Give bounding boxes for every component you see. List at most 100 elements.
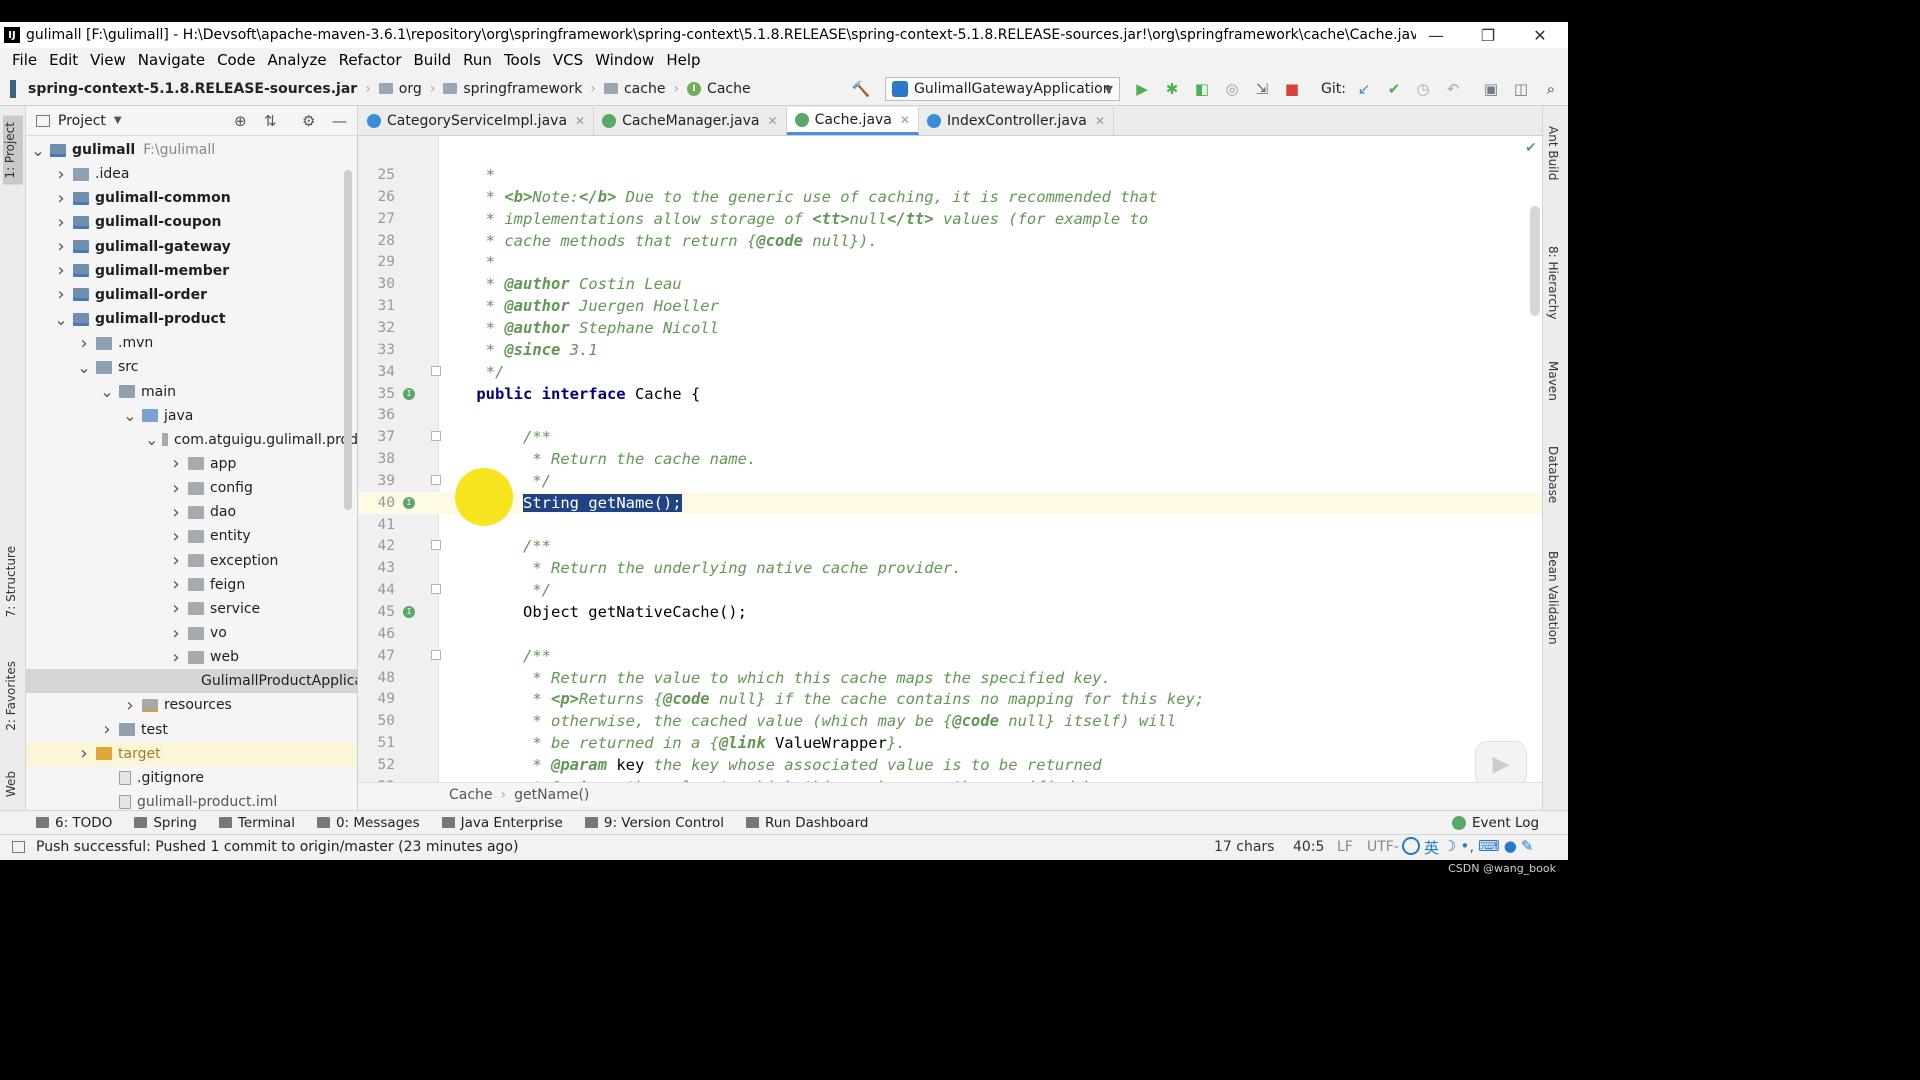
tool-window-button[interactable]: 9: Version Control [584,815,724,831]
menu-window[interactable]: Window [589,51,660,69]
code-line[interactable]: 44 */ [359,579,1542,601]
chevron-right-icon[interactable]: › [53,212,69,233]
ime-language-toggle[interactable]: 英 [1424,837,1439,858]
line-number[interactable]: 44 [359,582,395,598]
line-number[interactable]: 34 [359,364,395,380]
project-tree-scrollbar[interactable] [344,170,352,510]
editor-tab[interactable]: CacheManager.java ✕ [594,107,787,135]
line-number[interactable]: 35 [359,386,395,402]
tree-item[interactable]: › config [26,476,357,500]
fold-marker-icon[interactable] [431,584,441,595]
chevron-right-icon[interactable]: › [168,478,184,499]
code-line[interactable]: 46 [359,623,1542,645]
line-number[interactable]: 30 [359,276,395,292]
right-tool-tab[interactable]: 8: Hierarchy [1546,246,1560,320]
line-number[interactable]: 51 [359,735,395,751]
chevron-right-icon[interactable]: › [168,453,184,474]
editor-tab[interactable]: Cache.java ✕ [786,107,919,135]
chevron-right-icon[interactable]: › [53,236,69,257]
tool-window-button[interactable]: Run Dashboard [746,815,868,831]
editor-tab[interactable]: IndexController.java ✕ [919,107,1114,135]
code-line[interactable]: 29 * [359,251,1542,273]
chevron-right-icon[interactable]: › [53,260,69,281]
line-number[interactable]: 33 [359,342,395,358]
line-number[interactable]: 42 [359,538,395,554]
chevron-down-icon[interactable]: ⌄ [99,382,115,401]
favorites-tool-tab[interactable]: 2: Favorites [4,661,18,731]
chevron-down-icon[interactable]: ⌄ [30,141,46,160]
line-number[interactable]: 36 [359,407,395,423]
moon-icon[interactable]: ☽ [1443,837,1456,858]
code-line[interactable]: 30 * @author Costin Leau [359,273,1542,295]
fold-marker-icon[interactable] [431,540,441,551]
status-caret-position[interactable]: 40:5 [1293,839,1324,855]
line-number[interactable]: 50 [359,713,395,729]
chevron-right-icon[interactable]: › [168,623,184,644]
chevron-down-icon[interactable]: ⌄ [53,310,69,329]
close-tab-icon[interactable]: ✕ [1095,114,1105,128]
chevron-down-icon[interactable]: ⌄ [122,406,138,425]
tree-item[interactable]: ⌄ gulimall-product [26,307,357,331]
chevron-right-icon[interactable]: › [168,598,184,619]
git-history-icon[interactable]: ◷ [1412,78,1434,100]
tree-item[interactable]: › .idea [26,162,357,186]
tree-item[interactable]: › test [26,718,357,742]
code-line[interactable]: 32 * @author Stephane Nicoll [359,317,1542,339]
line-number[interactable]: 45 [359,604,395,620]
ime-logo-icon[interactable] [1402,837,1420,855]
line-number[interactable]: 49 [359,691,395,707]
code-line[interactable]: 47 /** [359,645,1542,667]
code-line[interactable]: 48 * Return the value to which this cach… [359,667,1542,689]
tree-item[interactable]: › feign [26,573,357,597]
chevron-right-icon[interactable]: › [168,647,184,668]
chevron-right-icon[interactable]: › [122,695,138,716]
code-line[interactable]: 36 [359,404,1542,426]
git-rollback-icon[interactable]: ↶ [1442,78,1464,100]
tree-item[interactable]: ⌄ gulimall F:\gulimall [26,138,357,162]
code-line[interactable]: 52 * @param key the key whose associated… [359,754,1542,776]
git-commit-icon[interactable]: ✔ [1383,78,1405,100]
tree-item[interactable]: › entity [26,524,357,548]
tree-item[interactable]: › gulimall-common [26,186,357,210]
coverage-icon[interactable]: ◧ [1191,78,1213,100]
tree-item[interactable]: › service [26,597,357,621]
code-line[interactable]: 50 * otherwise, the cached value (which … [359,710,1542,732]
tree-item[interactable]: › target [26,741,357,766]
chevron-right-icon[interactable]: › [168,550,184,571]
chevron-right-icon[interactable]: › [53,284,69,305]
video-play-icon[interactable]: ▶ [1475,741,1527,782]
code-line[interactable]: 37 /** [359,426,1542,448]
code-line[interactable]: 35 I public interface Cache { [359,383,1542,405]
tree-item[interactable]: ⌄ src [26,355,357,379]
chevron-right-icon[interactable]: › [99,719,115,740]
line-number[interactable]: 28 [359,233,395,249]
event-log-button[interactable]: Event Log [1452,815,1539,831]
implemented-marker-icon[interactable]: I [403,387,415,400]
close-tab-icon[interactable]: ✕ [575,114,585,128]
collapse-all-icon[interactable]: ⇅ [264,112,277,130]
line-number[interactable]: 43 [359,560,395,576]
menu-refactor[interactable]: Refactor [333,51,408,69]
line-number[interactable]: 29 [359,254,395,270]
editor-breadcrumb-method[interactable]: getName() [514,787,589,803]
code-line[interactable]: 25 * [359,164,1542,186]
tool-window-button[interactable]: 6: TODO [36,815,112,831]
chevron-right-icon[interactable]: › [53,188,69,209]
chevron-right-icon[interactable]: › [53,164,69,185]
code-editor[interactable]: 25 * 26 * <b> Note: </b> Due to the generic… [359,136,1542,782]
user-icon[interactable]: ● [1504,837,1517,858]
line-number[interactable]: 25 [359,167,395,183]
menu-analyze[interactable]: Analyze [261,51,332,69]
breadcrumb-springframework[interactable]: springframework [439,81,586,97]
profile-icon[interactable]: ◎ [1221,78,1243,100]
line-number[interactable]: 26 [359,189,395,205]
git-update-icon[interactable]: ↙ [1353,78,1375,100]
line-number[interactable]: 47 [359,648,395,664]
implemented-marker-icon[interactable]: I [403,496,415,509]
editor-scrollbar[interactable] [1530,206,1540,316]
line-number[interactable]: 41 [359,517,395,533]
chevron-right-icon[interactable]: › [168,574,184,595]
fold-marker-icon[interactable] [431,474,441,485]
minimize-button[interactable]: — [1410,22,1462,48]
right-tool-tab[interactable]: Database [1546,446,1560,503]
